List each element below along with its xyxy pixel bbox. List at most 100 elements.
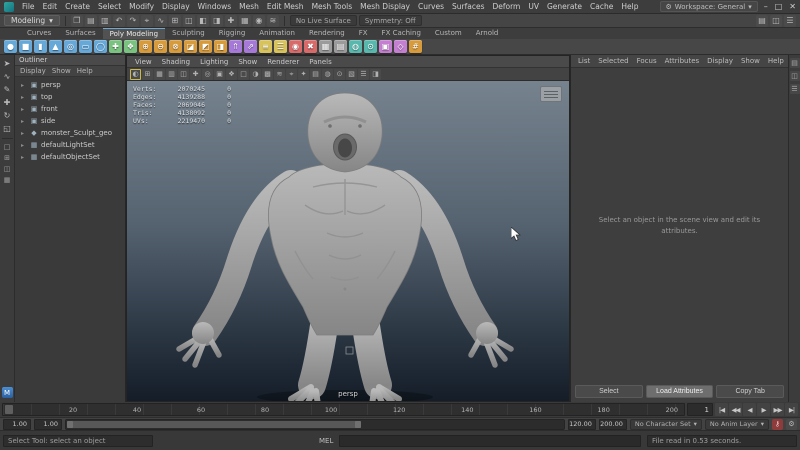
modeling-toolkit-badge[interactable]: M xyxy=(2,387,13,398)
mel-label[interactable]: MEL xyxy=(319,437,333,445)
layout-shortcut-icon[interactable]: ◫ xyxy=(1,164,13,174)
current-frame-marker[interactable] xyxy=(5,405,13,414)
shelf-tool-icon[interactable]: ✖ xyxy=(304,40,317,53)
viewport-tool-icon[interactable]: ⌖ xyxy=(286,69,297,80)
toolbox-tool-icon[interactable]: ✎ xyxy=(1,83,14,96)
status-tool-icon[interactable]: ≋ xyxy=(267,15,279,27)
menu-item[interactable]: Display xyxy=(158,2,194,11)
exposure-toggle-icon[interactable]: ◐ xyxy=(130,69,141,80)
playback-button[interactable]: ◀ xyxy=(743,403,756,416)
workspace-selector[interactable]: ⚙ Workspace: General ▾ xyxy=(660,1,758,12)
viewport-tool-icon[interactable]: ▧ xyxy=(346,69,357,80)
shelf-tool-icon[interactable]: ◩ xyxy=(199,40,212,53)
attribute-editor-menu-item[interactable]: Attributes xyxy=(661,57,704,65)
shelf-tool-icon[interactable]: ▤ xyxy=(334,40,347,53)
menu-item[interactable]: Create xyxy=(61,2,94,11)
layout-shortcut-icon[interactable]: ▦ xyxy=(1,175,13,185)
viewport-tool-icon[interactable]: ◎ xyxy=(202,69,213,80)
viewport-menu-item[interactable]: Panels xyxy=(304,58,337,66)
perspective-viewport[interactable]: ViewShadingLightingShowRendererPanels ◐ … xyxy=(126,55,570,402)
shelf-tool-icon[interactable]: ◨ xyxy=(214,40,227,53)
animation-end-field[interactable]: 200.00 xyxy=(599,419,627,430)
toolbox-tool-icon[interactable]: ↻ xyxy=(1,109,14,122)
viewport-tool-icon[interactable]: ◨ xyxy=(370,69,381,80)
panel-toggle-icon[interactable]: ◫ xyxy=(790,71,800,81)
menu-item[interactable]: Mesh xyxy=(235,2,263,11)
shelf-tool-icon[interactable]: ▲ xyxy=(49,40,62,53)
menu-item[interactable]: Surfaces xyxy=(448,2,488,11)
shelf-tab[interactable]: Custom xyxy=(428,28,469,39)
shelf-tool-icon[interactable]: ⊕ xyxy=(139,40,152,53)
status-tool-icon[interactable]: ▤ xyxy=(85,15,97,27)
range-handle-right[interactable] xyxy=(355,421,361,428)
window-control-button[interactable]: ✕ xyxy=(789,2,796,11)
expand-arrow-icon[interactable]: ▸ xyxy=(21,94,27,101)
menu-set-dropdown[interactable]: Modeling ▾ xyxy=(4,15,60,26)
shelf-tab[interactable]: FX xyxy=(352,28,375,39)
status-tool-icon[interactable]: ❐ xyxy=(71,15,83,27)
shelf-tool-icon[interactable]: ■ xyxy=(19,40,32,53)
status-tool-icon[interactable]: ∿ xyxy=(155,15,167,27)
menu-item[interactable]: Mesh Display xyxy=(356,2,414,11)
shelf-tool-icon[interactable]: ⊖ xyxy=(154,40,167,53)
toolbox-tool-icon[interactable]: ➤ xyxy=(1,57,14,70)
expand-arrow-icon[interactable]: ▸ xyxy=(21,130,27,137)
mel-command-input[interactable] xyxy=(339,435,641,447)
attribute-editor-menu-item[interactable]: Display xyxy=(703,57,737,65)
status-chip[interactable]: Symmetry: Off xyxy=(359,15,422,26)
shelf-tool-icon[interactable]: ◇ xyxy=(394,40,407,53)
shelf-tab[interactable]: Animation xyxy=(252,28,302,39)
viewport-tool-icon[interactable]: ⊙ xyxy=(334,69,345,80)
window-control-button[interactable]: □ xyxy=(775,2,783,11)
viewport-tool-icon[interactable]: ❖ xyxy=(226,69,237,80)
outliner-item[interactable]: ▸ ▦ defaultObjectSet xyxy=(15,151,125,163)
status-tool-icon[interactable]: ◫ xyxy=(183,15,195,27)
shelf-tool-icon[interactable]: ◉ xyxy=(289,40,302,53)
animation-start-field[interactable]: 1.00 xyxy=(3,419,31,430)
outliner-item[interactable]: ▸ ▣ front xyxy=(15,103,125,115)
menu-item[interactable]: Modify xyxy=(125,2,158,11)
toolbox-tool-icon[interactable]: ◱ xyxy=(1,122,14,135)
anim-layer-dropdown[interactable]: No Anim Layer ▾ xyxy=(705,419,769,430)
viewport-tool-icon[interactable]: ◍ xyxy=(322,69,333,80)
outliner-item[interactable]: ▸ ▣ persp xyxy=(15,79,125,91)
shelf-tab[interactable]: Curves xyxy=(20,28,58,39)
menu-item[interactable]: Help xyxy=(617,2,642,11)
shelf-tool-icon[interactable]: ⊗ xyxy=(169,40,182,53)
status-tool-icon[interactable]: ⊞ xyxy=(169,15,181,27)
expand-arrow-icon[interactable]: ▸ xyxy=(21,82,27,89)
sidebar-toggle-icon[interactable]: ◫ xyxy=(770,15,782,27)
toolbox-tool-icon[interactable]: ✚ xyxy=(1,96,14,109)
shelf-tab[interactable]: Sculpting xyxy=(165,28,212,39)
time-ruler[interactable]: 120406080100120140160180200 xyxy=(2,403,685,416)
shelf-tool-icon[interactable]: ▦ xyxy=(319,40,332,53)
viewport-tool-icon[interactable]: ≋ xyxy=(274,69,285,80)
character-set-dropdown[interactable]: No Character Set ▾ xyxy=(630,419,702,430)
range-slider-bar[interactable] xyxy=(67,421,361,428)
viewport-tool-icon[interactable]: ◫ xyxy=(178,69,189,80)
auto-keyframe-toggle[interactable]: ⚷ xyxy=(772,419,783,430)
viewport-tool-icon[interactable]: ▩ xyxy=(262,69,273,80)
sidebar-toggle-icon[interactable]: ☰ xyxy=(784,15,796,27)
attribute-editor-menu-item[interactable]: Focus xyxy=(633,57,661,65)
expand-arrow-icon[interactable]: ▸ xyxy=(21,142,27,149)
select-button[interactable]: Select xyxy=(575,385,643,398)
menu-item[interactable]: Windows xyxy=(194,2,235,11)
outliner-item[interactable]: ▸ ▦ defaultLightSet xyxy=(15,139,125,151)
expand-arrow-icon[interactable]: ▸ xyxy=(21,154,27,161)
shelf-tool-icon[interactable]: ✚ xyxy=(109,40,122,53)
shelf-tab[interactable]: Poly Modeling xyxy=(103,28,165,39)
window-control-button[interactable]: – xyxy=(764,2,768,11)
viewport-tool-icon[interactable]: ▥ xyxy=(166,69,177,80)
panel-toggle-icon[interactable]: ▤ xyxy=(790,58,800,68)
status-tool-icon[interactable]: ▥ xyxy=(99,15,111,27)
menu-item[interactable]: Cache xyxy=(586,2,617,11)
outliner-item[interactable]: ▸ ▣ top xyxy=(15,91,125,103)
shelf-tool-icon[interactable]: ● xyxy=(4,40,17,53)
viewport-menu-item[interactable]: Show xyxy=(233,58,262,66)
status-tool-icon[interactable]: ↷ xyxy=(127,15,139,27)
playback-button[interactable]: ▶| xyxy=(785,403,798,416)
shelf-tab[interactable]: Rendering xyxy=(302,28,352,39)
status-tool-icon[interactable]: ◧ xyxy=(197,15,209,27)
shelf-tab[interactable]: Rigging xyxy=(212,28,253,39)
